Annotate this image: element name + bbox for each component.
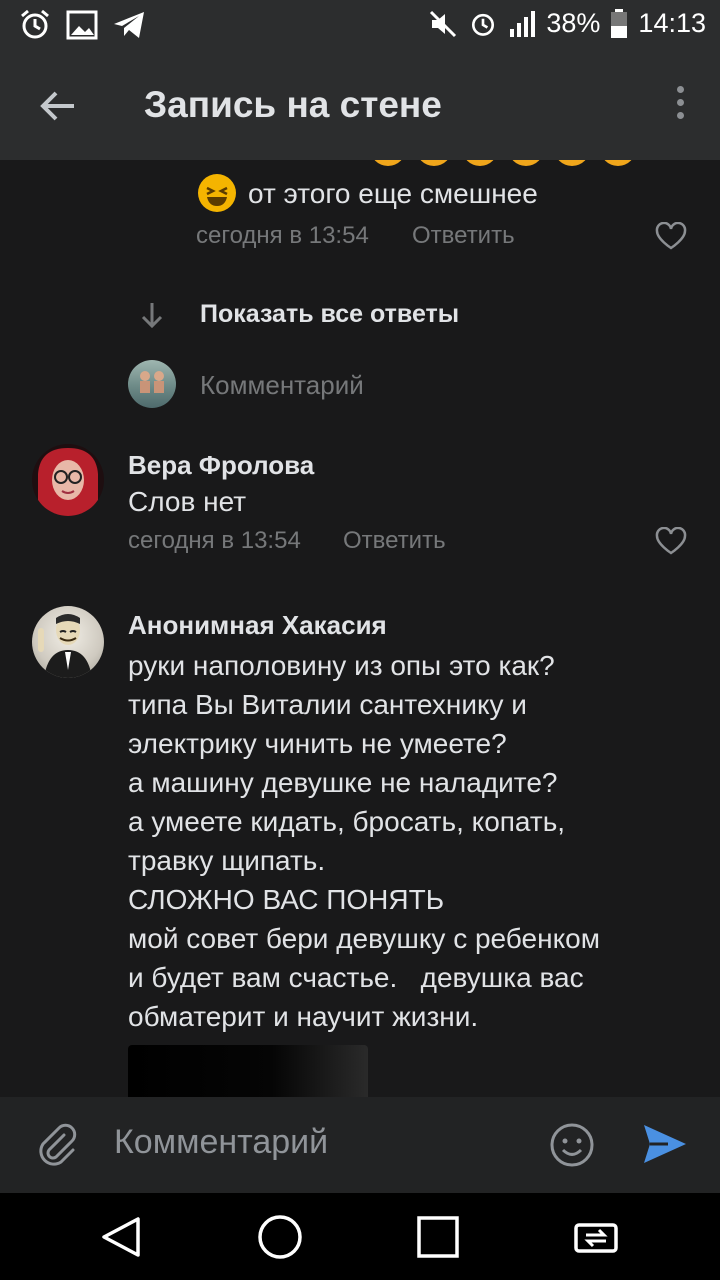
emoji-row-cut: [370, 160, 636, 166]
battery-percent: 38%: [546, 8, 601, 38]
comment-composer: Комментарий: [0, 1097, 720, 1193]
comment-line: типа Вы Виталии сантехнику и: [128, 689, 527, 720]
comment-text: руки наполовину из опы это как? типа Вы …: [128, 646, 600, 1036]
emoji-icon: [462, 160, 498, 166]
app-header: Запись на стене: [0, 52, 720, 160]
comment-line: мой совет бери девушку с ребенком: [128, 923, 600, 954]
attached-image[interactable]: [128, 1045, 368, 1097]
emoji-icon: [600, 160, 636, 166]
switch-apps-icon[interactable]: [572, 1213, 620, 1261]
reply-button[interactable]: Ответить: [412, 222, 515, 250]
avatar[interactable]: [32, 444, 104, 516]
comment-author[interactable]: Анонимная Хакасия: [128, 610, 387, 641]
comment-author[interactable]: Вера Фролова: [128, 450, 314, 481]
current-user-avatar: [128, 360, 176, 408]
more-button[interactable]: [670, 86, 690, 126]
comment-line: обматерит и научит жизни.: [128, 1001, 479, 1032]
recents-square-icon[interactable]: [414, 1213, 462, 1261]
telegram-icon: [114, 12, 144, 38]
comment-line: травку щипать.: [128, 845, 326, 876]
smile-icon[interactable]: [548, 1121, 596, 1169]
comment-time: сегодня в 13:54: [128, 527, 301, 554]
mute-icon: [430, 10, 457, 37]
alarm-icon: [21, 9, 49, 39]
send-icon[interactable]: [640, 1119, 690, 1169]
comment-line: а умеете кидать, бросать, копать,: [128, 806, 566, 837]
more-dot: [676, 99, 684, 106]
reply-time: сегодня в 13:54: [196, 222, 369, 249]
back-button[interactable]: [34, 82, 82, 130]
page-title: Запись на стене: [144, 84, 442, 125]
reply-input[interactable]: Комментарий: [200, 370, 364, 401]
back-triangle-icon[interactable]: [98, 1213, 146, 1261]
clock: 14:13: [638, 8, 706, 38]
avatar[interactable]: [32, 606, 104, 678]
home-circle-icon[interactable]: [256, 1213, 304, 1261]
paperclip-icon[interactable]: [34, 1121, 80, 1167]
heart-icon[interactable]: [655, 222, 687, 250]
show-all-replies-button[interactable]: Показать все ответы: [200, 300, 459, 329]
image-icon: [66, 10, 98, 40]
comment-line: и будет вам счастье. девушка вас: [128, 962, 584, 993]
more-dot: [676, 112, 684, 119]
comment-line: а машину девушке не наладите?: [128, 767, 558, 798]
comment-line: СЛОЖНО ВАС ПОНЯТЬ: [128, 884, 445, 915]
reply-button[interactable]: Ответить: [343, 527, 446, 555]
emoji-icon: [554, 160, 590, 166]
comment-line: электрику чинить не умеете?: [128, 728, 507, 759]
laughing-emoji-icon: [198, 174, 236, 212]
comment-text: Слов нет: [128, 486, 247, 517]
reply-text: от этого еще смешнее: [248, 178, 538, 209]
arrow-down-icon: [141, 303, 163, 329]
emoji-icon: [416, 160, 452, 166]
more-vertical-icon: [676, 86, 684, 93]
heart-icon[interactable]: [655, 527, 687, 555]
comment-line: руки наполовину из опы это как?: [128, 650, 555, 681]
system-nav-bar: [0, 1193, 720, 1280]
arrow-left-icon: [40, 91, 74, 121]
emoji-icon: [370, 160, 406, 166]
battery-icon: [611, 8, 628, 38]
emoji-icon: [508, 160, 544, 166]
comments-feed[interactable]: от этого еще смешнее сегодня в 13:54 Отв…: [0, 160, 720, 1097]
alarm-icon: [472, 13, 495, 36]
comment-input[interactable]: Комментарий: [114, 1123, 328, 1162]
status-bar: 38% 14:13: [0, 0, 720, 52]
signal-icon: [510, 10, 536, 37]
